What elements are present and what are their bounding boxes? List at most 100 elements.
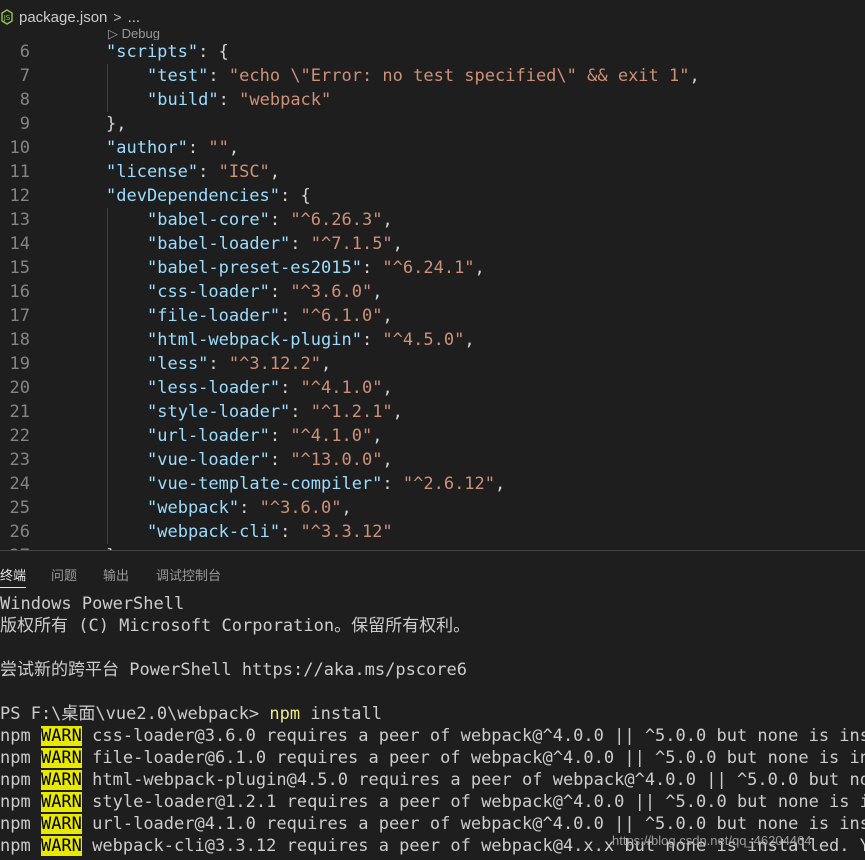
- breadcrumb-more[interactable]: ...: [128, 9, 141, 26]
- code-line: 15 "babel-preset-es2015": "^6.24.1",: [0, 256, 865, 280]
- warn-badge: WARN: [40, 836, 82, 856]
- line-number: 11: [9, 162, 30, 182]
- json-punct: :: [280, 306, 301, 326]
- json-key: "less": [147, 354, 209, 374]
- code-content: "webpack": "^3.6.0",: [147, 496, 352, 520]
- json-key: "devDependencies": [106, 186, 280, 206]
- terminal-warn-line: npm WARN file-loader@6.1.0 requires a pe…: [0, 747, 865, 769]
- code-line: 21 "style-loader": "^1.2.1",: [0, 400, 865, 424]
- json-key: "vue-loader": [147, 450, 270, 470]
- terminal-prompt: PS F:\桌面\vue2.0\webpack>: [0, 704, 270, 724]
- json-punct: :: [269, 426, 291, 446]
- breadcrumb-file[interactable]: package.json: [19, 9, 107, 26]
- line-number: 26: [9, 522, 30, 542]
- warn-badge: WARN: [40, 770, 82, 790]
- json-string: "^6.26.3": [290, 210, 383, 230]
- code-line: 13 "babel-core": "^6.26.3",: [0, 208, 865, 232]
- terminal-prompt-line: PS F:\桌面\vue2.0\webpack> npm install: [0, 703, 382, 725]
- json-key: "webpack": [147, 498, 240, 518]
- json-punct: :: [239, 498, 260, 518]
- json-punct: },: [106, 114, 127, 134]
- code-line: 9},: [0, 112, 865, 136]
- json-punct: : {: [280, 186, 311, 206]
- code-line: 12 "devDependencies": {: [0, 184, 865, 208]
- json-key: "build": [147, 90, 219, 110]
- indent-guide: [107, 208, 108, 544]
- json-string: "ISC": [218, 162, 270, 182]
- json-key: "vue-template-compiler": [147, 474, 383, 494]
- code-line: 18 "html-webpack-plugin": "^4.5.0",: [0, 328, 865, 352]
- json-string: "^1.2.1": [310, 402, 393, 422]
- json-string: "webpack": [239, 90, 332, 110]
- json-punct: :: [269, 282, 291, 302]
- json-string: "^7.1.5": [310, 234, 393, 254]
- json-key: "style-loader": [147, 402, 291, 422]
- line-number: 15: [9, 258, 30, 278]
- npm-prefix: npm: [0, 726, 41, 746]
- json-string: "^4.1.0": [300, 378, 383, 398]
- code-line: 22 "url-loader": "^4.1.0",: [0, 424, 865, 448]
- code-content: "test": "echo \"Error: no test specified…: [147, 64, 700, 88]
- json-punct: ,: [269, 162, 281, 182]
- json-punct: :: [361, 258, 383, 278]
- code-content: "css-loader": "^3.6.0",: [147, 280, 382, 304]
- line-number: 18: [9, 330, 30, 350]
- json-key: "scripts": [106, 42, 199, 62]
- npm-prefix: npm: [0, 748, 41, 768]
- json-punct: :: [187, 138, 209, 158]
- json-punct: ,: [474, 258, 485, 278]
- line-number: 14: [9, 234, 30, 254]
- code-line: 14 "babel-loader": "^7.1.5",: [0, 232, 865, 256]
- line-number: 16: [9, 282, 30, 302]
- code-line: 16 "css-loader": "^3.6.0",: [0, 280, 865, 304]
- code-content: "scripts": {: [106, 40, 229, 64]
- code-content: "babel-loader": "^7.1.5",: [147, 232, 403, 256]
- json-punct: ,: [321, 354, 332, 374]
- json-key: "html-webpack-plugin": [147, 330, 362, 350]
- json-key: "file-loader": [147, 306, 281, 326]
- json-punct: :: [269, 450, 291, 470]
- terminal-pscore-line: 尝试新的跨平台 PowerShell https://aka.ms/pscore…: [0, 660, 467, 680]
- json-punct: :: [218, 90, 240, 110]
- json-key: "babel-preset-es2015": [147, 258, 362, 278]
- tab-debug-console[interactable]: 调试控制台: [156, 565, 221, 584]
- code-line: 7 "test": "echo \"Error: no test specifie…: [0, 64, 865, 88]
- code-line: 10 "author": "",: [0, 136, 865, 160]
- json-punct: :: [382, 474, 403, 494]
- json-string: "^13.0.0": [290, 450, 383, 470]
- code-content: "less": "^3.12.2",: [147, 352, 331, 376]
- line-number: 24: [9, 474, 30, 494]
- json-key: "webpack-cli": [147, 522, 281, 542]
- json-punct: :: [198, 162, 219, 182]
- codelens-debug[interactable]: ▷ Debug: [108, 26, 160, 40]
- nodejs-file-icon: JS: [1, 9, 13, 25]
- json-key: "less-loader": [147, 378, 281, 398]
- code-content: "file-loader": "^6.1.0",: [147, 304, 393, 328]
- tab-output[interactable]: 输出: [103, 565, 129, 584]
- json-punct: ,: [689, 66, 700, 86]
- tab-terminal[interactable]: 终端: [0, 565, 27, 588]
- json-string: "echo \"Error: no test specified\" && ex…: [228, 66, 690, 86]
- code-content: "style-loader": "^1.2.1",: [147, 400, 403, 424]
- warn-message: html-webpack-plugin@4.5.0 requires a pee…: [81, 770, 865, 790]
- warn-message: file-loader@6.1.0 requires a peer of web…: [81, 748, 865, 768]
- json-string: "^4.1.0": [290, 426, 373, 446]
- json-punct: :: [208, 66, 229, 86]
- terminal[interactable]: Windows PowerShell 版权所有 (C) Microsoft Co…: [0, 593, 865, 860]
- json-key: "url-loader": [147, 426, 270, 446]
- json-punct: ,: [464, 330, 475, 350]
- chevron-right-icon: >: [113, 9, 122, 25]
- code-content: "less-loader": "^4.1.0",: [147, 376, 393, 400]
- code-editor[interactable]: 6 "scripts": {7 "test": "echo \"Error: no …: [0, 40, 865, 550]
- json-punct: ,: [392, 402, 403, 422]
- line-number: 19: [9, 354, 30, 374]
- line-number: 12: [9, 186, 30, 206]
- warn-badge: WARN: [40, 748, 82, 768]
- line-number: 17: [9, 306, 30, 326]
- json-string: "": [208, 138, 229, 158]
- tab-problems[interactable]: 问题: [51, 565, 77, 584]
- line-number: 7: [19, 66, 30, 86]
- json-string: "^4.5.0": [382, 330, 465, 350]
- line-number: 6: [19, 42, 30, 62]
- code-content: "html-webpack-plugin": "^4.5.0",: [147, 328, 475, 352]
